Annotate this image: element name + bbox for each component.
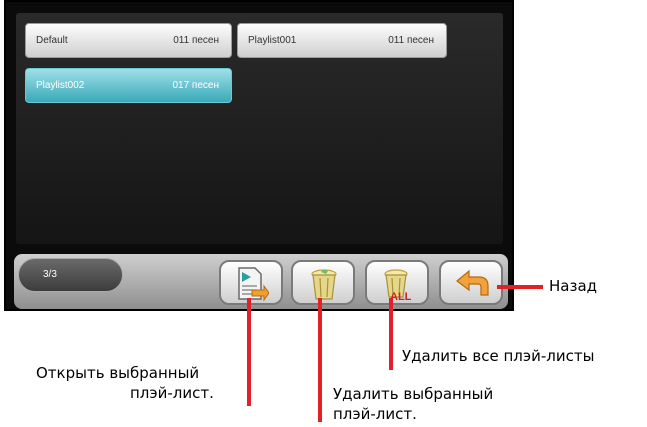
delete-all-caption: Удалить все плэй-листы (402, 347, 595, 365)
page-indicator: 3/3 (43, 269, 57, 280)
playlist-count: 011 песен (173, 35, 219, 46)
trash-can-all-icon: ALL (384, 269, 412, 302)
device-frame: Default 011 песен Playlist001 011 песен … (4, 0, 514, 311)
playlist-name: Playlist002 (36, 80, 85, 91)
playlist-name: Default (36, 35, 68, 46)
back-leader-line (497, 285, 543, 289)
trash-can-icon (311, 269, 337, 300)
open-caption-line2: плэй-лист. (130, 384, 214, 402)
open-caption-line1: Открыть выбранный (36, 364, 200, 382)
playlist-item-playlist001[interactable]: Playlist001 011 песен (237, 23, 447, 58)
delete-all-badge: ALL (390, 291, 412, 302)
page-indicator-pill: 3/3 (18, 258, 123, 292)
back-caption: Назад (549, 277, 598, 295)
back-button[interactable] (439, 260, 503, 305)
toolbar: 3/3 ALL (14, 254, 508, 309)
playlist-item-playlist002[interactable]: Playlist002 017 песен (25, 68, 232, 103)
playlist-item-default[interactable]: Default 011 песен (25, 23, 232, 58)
playlist-count: 017 песен (172, 80, 219, 91)
open-playlist-button[interactable] (219, 260, 283, 305)
delete-caption-line1: Удалить выбранный (333, 385, 494, 403)
playlist-area: Default 011 песен Playlist001 011 песен … (16, 13, 503, 244)
playlist-name: Playlist001 (248, 35, 297, 46)
delete-playlist-button[interactable] (291, 260, 355, 305)
delete-all-leader-line (389, 298, 393, 370)
play-document-icon (238, 267, 269, 302)
back-arrow-icon (456, 269, 489, 296)
open-leader-line (247, 298, 251, 406)
playlist-count: 011 песен (388, 35, 434, 46)
delete-caption-line2: плэй-лист. (333, 405, 417, 423)
delete-all-playlists-button[interactable]: ALL (365, 260, 429, 305)
delete-leader-line (318, 298, 322, 422)
